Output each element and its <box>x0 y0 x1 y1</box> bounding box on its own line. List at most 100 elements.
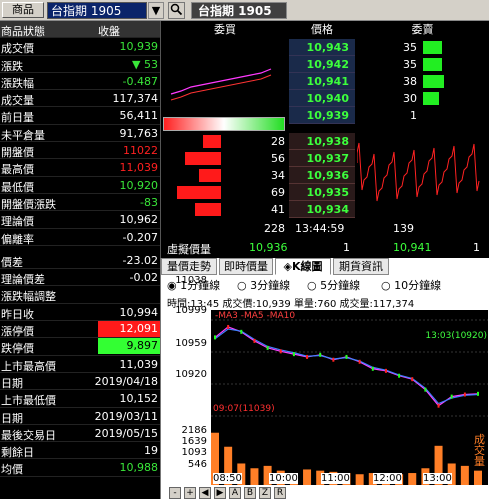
y-tick-price: 10959 <box>175 338 207 349</box>
ask-volume-bar <box>423 58 442 71</box>
x-tick-time: 08:50 <box>213 473 242 484</box>
quote-value: 10,994 <box>119 305 159 319</box>
product-title: 台指期 1905 <box>191 2 287 19</box>
ask-price: 10,939 <box>289 107 355 124</box>
chart-control-3[interactable]: ▶ <box>214 487 226 499</box>
chart-control-5[interactable]: B <box>244 487 256 499</box>
bid-volume-bar <box>199 169 221 182</box>
bid-volume: 41 <box>271 203 285 216</box>
bid-price: 10,937 <box>289 150 355 167</box>
tab-2[interactable]: ◈K線圖 <box>275 258 331 275</box>
quote-row: 上市最低價 10,152 <box>0 390 160 408</box>
candle <box>240 329 243 334</box>
quote-row: 開盤價 11022 <box>0 142 160 160</box>
annotation-low: 09:07(11039) <box>213 404 275 414</box>
ask-volume: 35 <box>403 41 417 54</box>
tab-1[interactable]: 即時價量 <box>219 258 273 275</box>
ask-volume-bar <box>423 41 442 54</box>
quote-value: 117,374 <box>112 92 159 106</box>
quote-value: 9,897 <box>98 338 160 355</box>
quote-row: 前日量 56,411 <box>0 107 160 125</box>
candle <box>266 345 269 350</box>
bid-volume-bar <box>177 186 221 199</box>
last-update-time: 13:44:59 <box>295 222 345 235</box>
tab-0[interactable]: 量價走勢 <box>161 258 217 275</box>
volume-bar <box>460 465 469 485</box>
x-tick-time: 13:00 <box>423 473 452 484</box>
quote-value: -0.207 <box>122 230 158 244</box>
quote-label: 開盤價 <box>1 146 34 160</box>
quote-label: 日期 <box>1 376 23 390</box>
mini-trend-line <box>170 68 272 95</box>
quote-row: 成交量 117,374 <box>0 90 160 108</box>
orderbook-panel: 委買 價格 委賣 10,943 35 10,942 35 10,941 38 10,940 30 10… <box>160 21 489 259</box>
virtual-bid-price: 10,936 <box>249 241 288 254</box>
candle <box>398 373 401 378</box>
y-tick-volume: 546 <box>187 459 207 470</box>
quote-value: 19 <box>144 444 158 458</box>
chart-control-2[interactable]: ◀ <box>199 487 211 499</box>
ask-volume: 38 <box>403 75 417 88</box>
dropdown-icon[interactable]: ▼ <box>148 2 164 19</box>
chart-control-7[interactable]: R <box>274 487 286 499</box>
quote-row: 最後交易日 2019/05/15 <box>0 425 160 443</box>
ask-volume-bar <box>423 75 444 88</box>
total-ask: 139 <box>393 222 414 235</box>
quote-value: 收盤 <box>98 25 120 38</box>
quote-label: 最高價 <box>1 163 34 177</box>
quote-row: 日期 2019/03/11 <box>0 408 160 425</box>
product-input[interactable]: 台指期 1905 <box>47 2 147 19</box>
volume-axis-label: 成交量 <box>474 433 485 468</box>
radio-1[interactable]: ○ 3分鐘線 <box>237 277 290 293</box>
chart-control-0[interactable]: - <box>169 487 181 499</box>
quote-row: 漲跌 ▼ 53 <box>0 56 160 73</box>
volume-bar <box>355 474 364 485</box>
quote-label: 成交量 <box>1 94 34 108</box>
candle <box>463 392 466 397</box>
ask-volume-bar <box>423 92 439 105</box>
quote-label: 上市最高價 <box>1 359 56 373</box>
bid-price: 10,935 <box>289 184 355 201</box>
y-tick-price: 11038 <box>175 275 207 286</box>
quote-label: 日期 <box>1 411 23 425</box>
quote-row: 日期 2019/04/18 <box>0 373 160 391</box>
y-tick-volume: 1639 <box>181 436 207 447</box>
quote-label: 剩餘日 <box>1 446 34 460</box>
quote-row: 昨日收 10,994 <box>0 304 160 322</box>
quote-label: 漲跌 <box>1 59 23 73</box>
quote-label: 前日量 <box>1 111 34 125</box>
radio-2[interactable]: ○ 5分鐘線 <box>307 277 360 293</box>
bid-volume: 28 <box>271 135 285 148</box>
virtual-ask-price: 10,941 <box>393 241 432 254</box>
tab-3[interactable]: 期貨資訊 <box>333 258 389 275</box>
candle <box>477 391 479 396</box>
quote-label: 未平倉量 <box>1 128 45 142</box>
quote-label: 價差 <box>1 255 23 269</box>
quote-label: 漲跌幅 <box>1 76 34 90</box>
candle <box>227 324 230 329</box>
candle <box>306 354 309 359</box>
candle <box>384 368 387 373</box>
ask-volume: 30 <box>403 92 417 105</box>
annotation-high: 13:03(10920) <box>425 331 487 341</box>
chart-control-6[interactable]: Z <box>259 487 271 499</box>
bid-price: 10,938 <box>289 133 355 150</box>
bid-price: 10,934 <box>289 201 355 218</box>
radio-3[interactable]: ○ 10分鐘線 <box>381 277 441 293</box>
total-bid: 228 <box>264 222 285 235</box>
candle <box>332 357 335 362</box>
product-button[interactable]: 商品 <box>2 2 44 18</box>
x-tick-time: 12:00 <box>373 473 402 484</box>
chart-control-4[interactable]: A <box>229 487 241 499</box>
quote-value: 10,988 <box>119 461 159 475</box>
quote-row: 均價 10,988 <box>0 459 160 477</box>
quote-row: 偏離率 -0.207 <box>0 229 160 246</box>
ask-price: 10,943 <box>289 39 355 56</box>
quote-value: 10,152 <box>119 392 159 406</box>
candle <box>371 366 374 371</box>
quote-label: 上市最低價 <box>1 394 56 408</box>
search-button[interactable] <box>168 2 185 19</box>
chart-control-1[interactable]: + <box>184 487 196 499</box>
quote-row: 成交價 10,939 <box>0 38 160 56</box>
quote-row: 漲跌幅 -0.487 <box>0 73 160 91</box>
